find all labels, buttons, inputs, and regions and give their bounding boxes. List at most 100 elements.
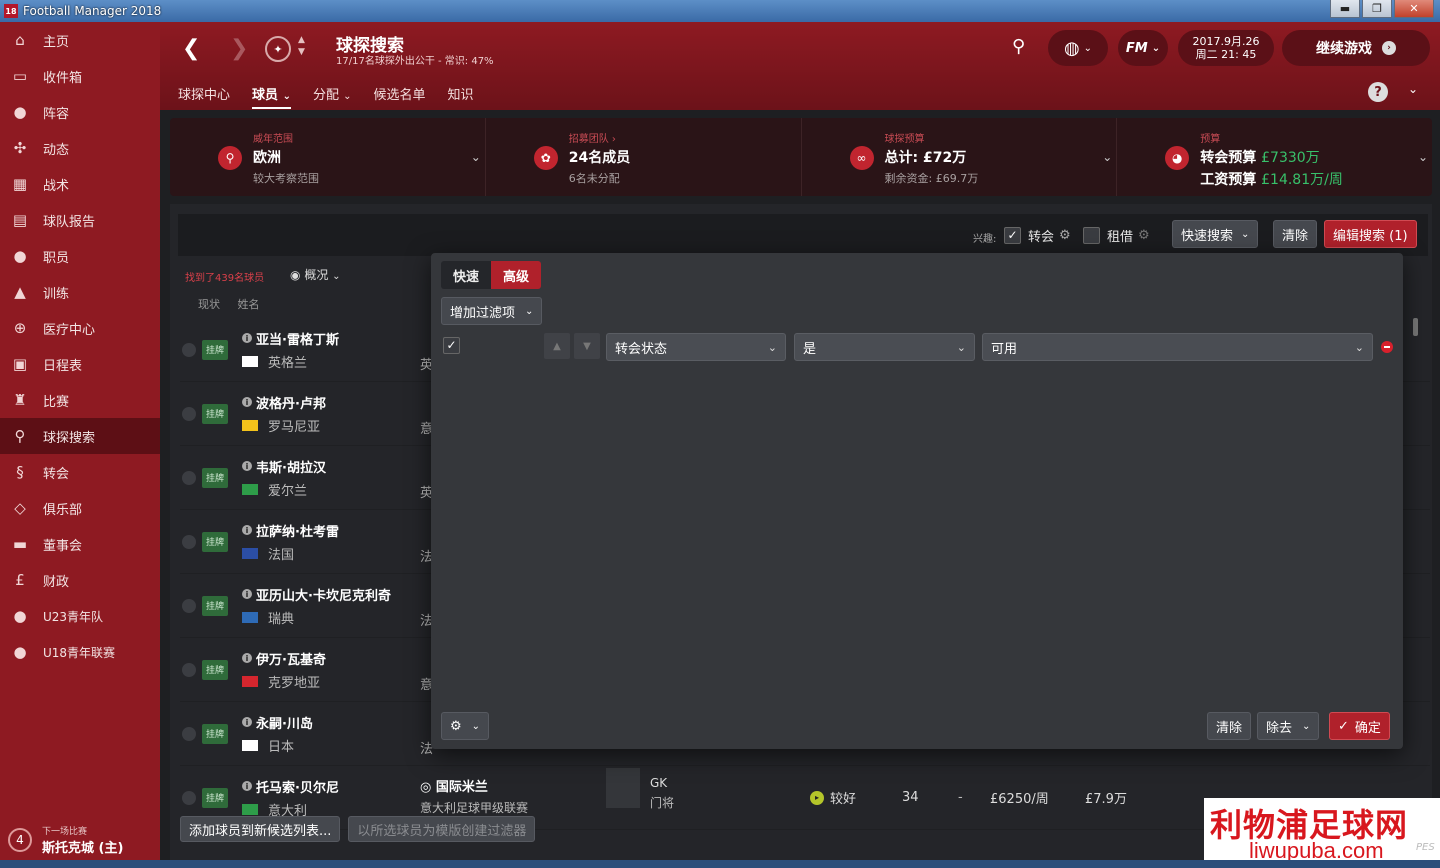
sidebar-item-staff[interactable]: ● 职员 — [0, 238, 160, 274]
help-icon[interactable]: ? — [1368, 82, 1388, 102]
search-icon[interactable]: ⚲ — [1012, 36, 1025, 57]
settings-menu-button[interactable]: ⚙ ⌄ — [441, 712, 490, 740]
info-icon[interactable]: i — [242, 781, 252, 791]
tab-quick[interactable]: 快速 — [441, 261, 492, 289]
tab-players[interactable]: 球员 ⌄ — [252, 84, 291, 109]
scouting-range-panel[interactable]: ⚲ 威年范围 欧洲 较大考察范围 ⌄ — [170, 118, 486, 196]
quick-search-button[interactable]: 快速搜索 ⌄ — [1172, 220, 1259, 248]
sidebar-item-medical[interactable]: ⊕ 医疗中心 — [0, 310, 160, 346]
player-name[interactable]: 伊万·瓦基奇 — [256, 649, 326, 668]
sidebar-item-inbox[interactable]: ▭ 收件箱 — [0, 58, 160, 94]
player-name[interactable]: 亚当·雷格丁斯 — [256, 329, 339, 348]
info-icon[interactable]: i — [242, 717, 252, 727]
next-match[interactable]: 4 下一场比赛 斯托克城 (主) — [0, 824, 160, 856]
view-selector[interactable]: ◉ 概况 ⌄ — [290, 266, 341, 283]
row-select[interactable] — [182, 470, 196, 485]
move-up-icon[interactable]: ▲ — [544, 333, 570, 359]
budget-panel[interactable]: ◕ 预算 转会预算 £7330万 工资预算 £14.81万/周 ⌄ — [1117, 118, 1432, 196]
sidebar-item-training[interactable]: ▲ 训练 — [0, 274, 160, 310]
remove-filter-icon[interactable] — [1381, 341, 1393, 353]
sidebar-item-board[interactable]: ▬ 董事会 — [0, 526, 160, 562]
tab-scouting-center[interactable]: 球探中心 — [178, 84, 230, 109]
game-date[interactable]: 2017.9月.26 周二 21: 45 — [1178, 30, 1274, 66]
loan-interest-toggle[interactable]: 租借 ⚙ — [1083, 226, 1150, 245]
transfer-checkbox[interactable]: ✓ — [1004, 227, 1021, 244]
chevron-down-icon[interactable]: ⌄ — [471, 150, 481, 164]
row-select[interactable] — [182, 726, 196, 741]
close-button[interactable]: ✕ — [1394, 0, 1434, 18]
player-name[interactable]: 亚历山大·卡坎尼克利奇 — [256, 585, 391, 604]
sidebar-item-report[interactable]: ▤ 球队报告 — [0, 202, 160, 238]
tab-assignments[interactable]: 分配 ⌄ — [313, 84, 352, 109]
remove-menu-button[interactable]: 除去 ⌄ — [1257, 712, 1320, 740]
move-down-icon[interactable]: ▼ — [574, 333, 600, 359]
chevron-down-icon[interactable]: ⌄ — [1418, 150, 1428, 164]
sidebar-item-squad[interactable]: ● 阵容 — [0, 94, 160, 130]
row-select[interactable] — [182, 342, 196, 357]
filter-operator-select[interactable]: 是 ⌄ — [794, 333, 975, 361]
globe-menu-button[interactable]: ◍ ⌄ — [1048, 30, 1108, 66]
create-filter-button[interactable]: 以所选球员为模版创建过滤器 — [348, 816, 536, 842]
forward-arrow-icon[interactable]: ❯ — [230, 36, 248, 61]
minimize-button[interactable]: ▬ — [1330, 0, 1360, 18]
back-arrow-icon[interactable]: ❮ — [182, 36, 200, 61]
sidebar-item-club[interactable]: ◇ 俱乐部 — [0, 490, 160, 526]
sidebar-item-calendar[interactable]: ▣ 日程表 — [0, 346, 160, 382]
loan-checkbox[interactable] — [1083, 227, 1100, 244]
info-icon[interactable]: i — [242, 461, 252, 471]
tab-shortlist[interactable]: 候选名单 — [374, 84, 426, 109]
sidebar-item-dynamics[interactable]: ✣ 动态 — [0, 130, 160, 166]
filter-field-select[interactable]: 转会状态 ⌄ — [606, 333, 786, 361]
transfer-interest-toggle[interactable]: ✓ 转会 ⚙ — [1004, 226, 1071, 245]
confirm-button[interactable]: ✓ 确定 — [1329, 712, 1390, 740]
row-select[interactable] — [182, 662, 196, 677]
add-filter-button[interactable]: 增加过滤项 ⌄ — [441, 297, 543, 325]
gear-icon[interactable]: ⚙ — [1138, 228, 1150, 243]
chevron-down-icon[interactable]: ⌄ — [1408, 82, 1418, 96]
home-icon: ⌂ — [15, 31, 25, 49]
player-name[interactable]: 韦斯·胡拉汉 — [256, 457, 326, 476]
clear-filters-button[interactable]: 清除 — [1207, 712, 1252, 740]
edit-search-button[interactable]: 编辑搜索 (1) — [1324, 220, 1417, 248]
player-name[interactable]: 波格丹·卢邦 — [256, 393, 326, 412]
sidebar-item-scouting[interactable]: ⚲ 球探搜索 — [0, 418, 160, 454]
row-select[interactable] — [182, 406, 196, 421]
sidebar-item-u23[interactable]: ● U23青年队 — [0, 598, 160, 634]
info-icon[interactable]: i — [242, 589, 252, 599]
tab-advanced[interactable]: 高级 — [491, 261, 542, 289]
scouting-budget-panel[interactable]: ∞ 球探预算 总计: £72万 剩余资金: £69.7万 ⌄ — [802, 118, 1118, 196]
tab-knowledge[interactable]: 知识 — [448, 84, 474, 109]
sidebar-item-finances[interactable]: £ 财政 — [0, 562, 160, 598]
col-status[interactable]: 现状 — [198, 298, 220, 311]
club-switch-icon[interactable]: ▲ ▼ — [298, 34, 305, 58]
player-name[interactable]: 永嗣·川岛 — [256, 713, 313, 732]
row-select[interactable] — [182, 534, 196, 549]
player-name[interactable]: 托马索·贝尔尼 — [256, 777, 339, 796]
sidebar-item-transfers[interactable]: § 转会 — [0, 454, 160, 490]
club-crest-icon[interactable]: ✦ — [265, 36, 291, 62]
recruitment-team-panel[interactable]: ✿ 招募团队 › 24名成员 6名未分配 — [486, 118, 802, 196]
continue-button[interactable]: 继续游戏 › — [1282, 30, 1430, 66]
info-icon[interactable]: i — [242, 653, 252, 663]
sidebar-item-competitions[interactable]: ♜ 比赛 — [0, 382, 160, 418]
info-icon[interactable]: i — [242, 397, 252, 407]
scrollbar-thumb[interactable] — [1413, 318, 1418, 336]
add-to-shortlist-button[interactable]: 添加球员到新候选列表... — [180, 816, 341, 842]
sidebar-item-home[interactable]: ⌂ 主页 — [0, 22, 160, 58]
row-select[interactable] — [182, 790, 196, 805]
clear-button[interactable]: 清除 — [1273, 220, 1318, 248]
maximize-button[interactable]: ❐ — [1362, 0, 1392, 18]
col-name[interactable]: 姓名 — [238, 298, 260, 311]
player-name[interactable]: 拉萨纳·杜考雷 — [256, 521, 339, 540]
player-club[interactable]: 国际米兰 — [436, 780, 488, 795]
gear-icon[interactable]: ⚙ — [1059, 228, 1071, 243]
info-icon[interactable]: i — [242, 525, 252, 535]
chevron-down-icon[interactable]: ⌄ — [1102, 150, 1112, 164]
filter-enable-checkbox[interactable]: ✓ — [443, 337, 460, 354]
fm-menu-button[interactable]: FM ⌄ — [1118, 30, 1168, 66]
sidebar-item-tactics[interactable]: ▦ 战术 — [0, 166, 160, 202]
sidebar-item-u18[interactable]: ● U18青年联赛 — [0, 634, 160, 670]
info-icon[interactable]: i — [242, 333, 252, 343]
filter-value-select[interactable]: 可用 ⌄ — [982, 333, 1373, 361]
row-select[interactable] — [182, 598, 196, 613]
